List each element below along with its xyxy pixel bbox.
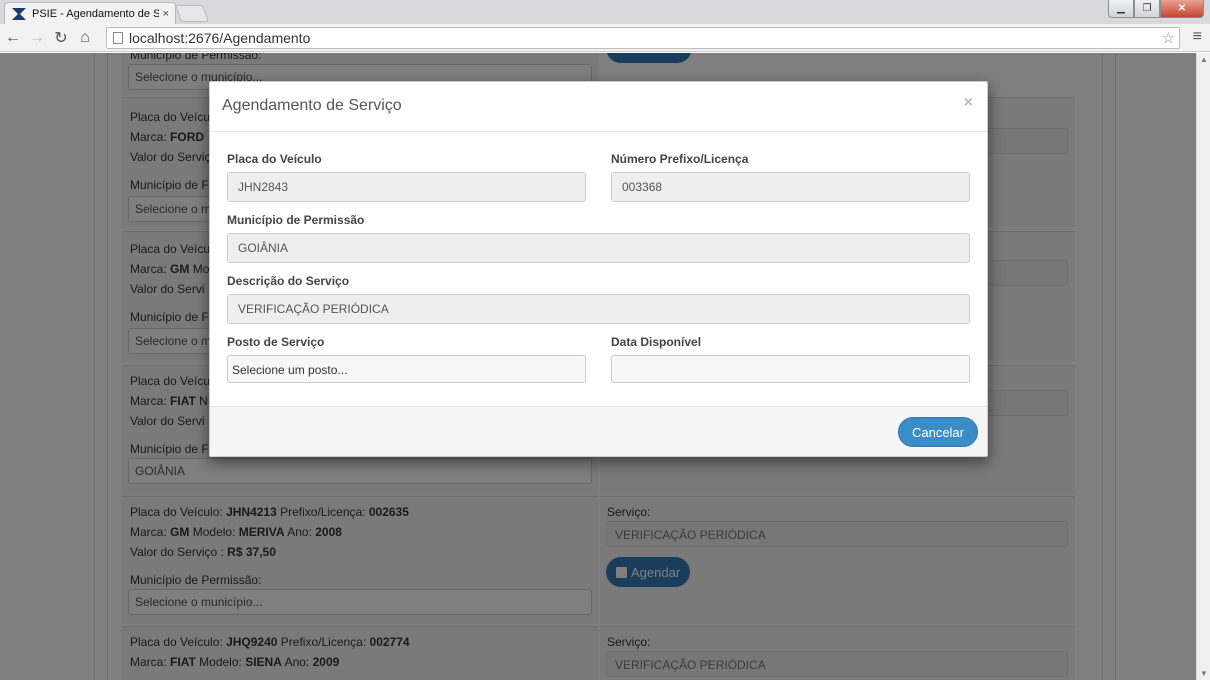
forward-icon[interactable]: → xyxy=(26,27,48,49)
posto-label: Posto de Serviço xyxy=(227,335,325,349)
placa-field[interactable]: JHN2843 xyxy=(227,172,586,202)
cancel-button[interactable]: Cancelar xyxy=(897,417,978,447)
address-bar[interactable]: localhost:2676/Agendamento ☆ xyxy=(106,27,1180,49)
page-scrollbar[interactable]: ▲ ▼ xyxy=(1196,53,1210,680)
page-viewport: Município de Permissão: Selecione o muni… xyxy=(0,53,1196,680)
tab-close-icon[interactable]: × xyxy=(163,8,169,20)
agendamento-modal: Agendamento de Serviço × Placa do Veícul… xyxy=(209,81,988,457)
minimize-button[interactable]: ▁ xyxy=(1108,0,1134,18)
url-text: localhost:2676/Agendamento xyxy=(129,30,311,46)
scroll-up-icon[interactable]: ▲ xyxy=(1200,55,1208,64)
municipio-field[interactable]: GOIÂNIA xyxy=(227,233,970,263)
posto-select[interactable]: Selecione um posto... xyxy=(227,355,586,383)
municipio-label: Município de Permissão xyxy=(227,213,365,227)
browser-tab[interactable]: PSIE - Agendamento de S × xyxy=(4,2,176,24)
home-icon[interactable]: ⌂ xyxy=(74,27,96,49)
descricao-field[interactable]: VERIFICAÇÃO PERIÓDICA xyxy=(227,294,970,324)
prefixo-field[interactable]: 003368 xyxy=(611,172,970,202)
placa-label: Placa do Veículo xyxy=(227,152,322,166)
window-close-button[interactable]: ✕ xyxy=(1160,0,1204,18)
modal-header: Agendamento de Serviço × xyxy=(210,82,987,132)
modal-body: Placa do Veículo JHN2843 Número Prefixo/… xyxy=(210,132,987,408)
window-controls: ▁ ❐ ✕ xyxy=(1108,0,1204,18)
page-icon xyxy=(113,32,123,44)
menu-icon[interactable]: ≡ xyxy=(1193,28,1202,46)
modal-footer: Cancelar xyxy=(210,406,987,456)
close-icon[interactable]: × xyxy=(964,94,973,112)
tab-title: PSIE - Agendamento de S xyxy=(32,7,159,20)
data-field[interactable] xyxy=(611,355,970,383)
back-icon[interactable]: ← xyxy=(2,27,24,49)
new-tab-button[interactable] xyxy=(174,5,210,22)
browser-titlebar: PSIE - Agendamento de S × ▁ ❐ ✕ xyxy=(0,0,1210,24)
prefixo-label: Número Prefixo/Licença xyxy=(611,152,749,166)
bookmark-star-icon[interactable]: ☆ xyxy=(1162,29,1175,47)
data-label: Data Disponível xyxy=(611,335,702,349)
reload-icon[interactable]: ↻ xyxy=(50,27,72,49)
modal-title: Agendamento de Serviço xyxy=(222,97,402,114)
psie-favicon-icon xyxy=(11,7,27,21)
maximize-button[interactable]: ❐ xyxy=(1134,0,1160,18)
scroll-down-icon[interactable]: ▼ xyxy=(1200,669,1208,678)
descricao-label: Descrição do Serviço xyxy=(227,274,350,288)
browser-toolbar: ← → ↻ ⌂ localhost:2676/Agendamento ☆ ≡ xyxy=(0,24,1210,52)
